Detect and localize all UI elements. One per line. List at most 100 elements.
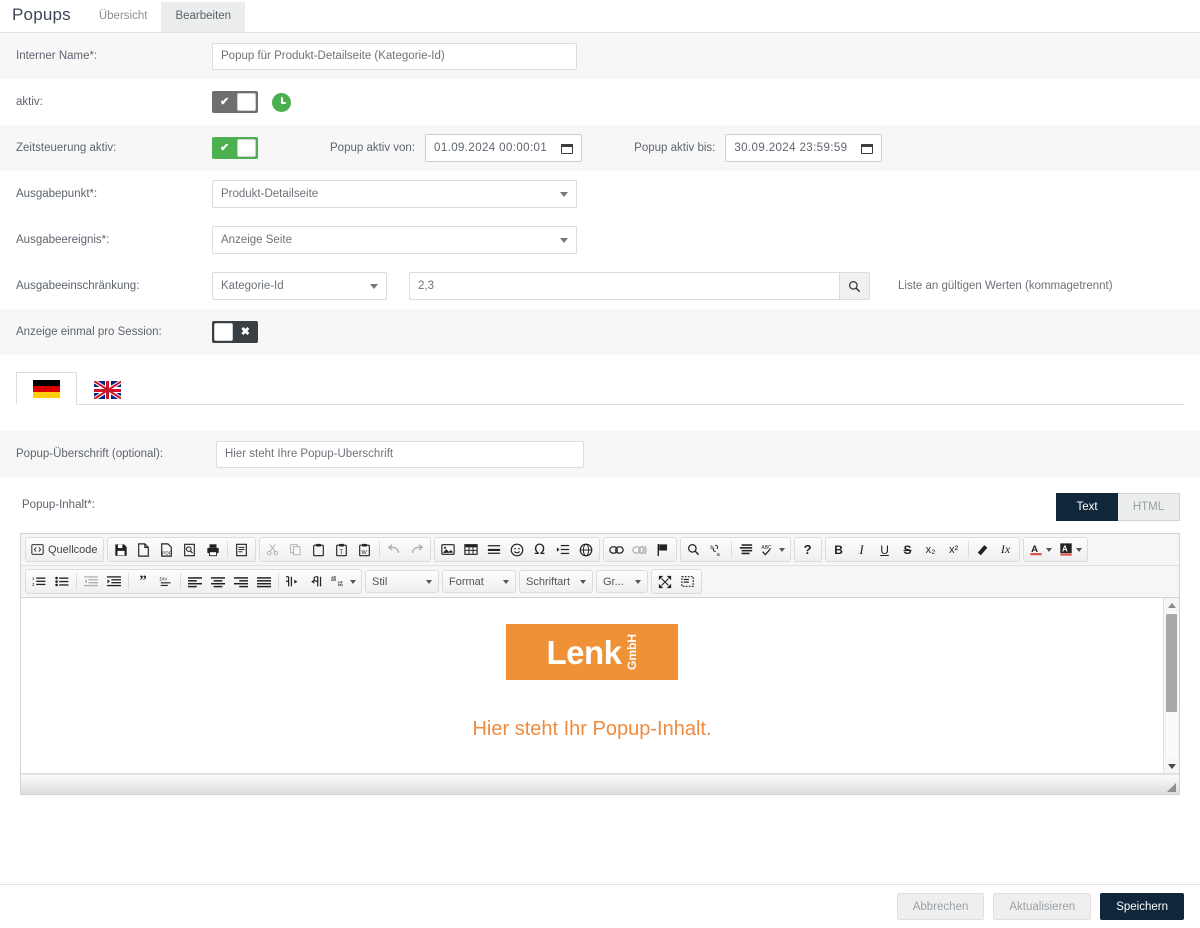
horizontal-rule-button[interactable] [483,539,505,560]
active-to-date-input[interactable]: 30.09.2024 23:59:59 [725,134,883,162]
maximize-button[interactable] [654,571,676,592]
scroll-up-button[interactable] [1164,598,1179,612]
smiley-icon [510,543,523,556]
remove-format-button[interactable] [972,539,994,560]
copy-button[interactable] [285,539,307,560]
save-button[interactable] [110,539,132,560]
outdent-button[interactable] [80,571,102,592]
active-from-date-input[interactable]: 01.09.2024 00:00:01 [425,134,583,162]
image-button[interactable] [437,539,459,560]
output-restriction-select[interactable]: Kategorie-Id [212,272,387,300]
rich-text-editor: Quellcode PDF T W Ω b a ABC ? B I U S x₂… [20,533,1180,795]
iframe-button[interactable] [575,539,597,560]
scrollbar-thumb[interactable] [1166,614,1177,712]
special-char-button[interactable]: Ω [529,539,551,560]
paste-button[interactable] [308,539,330,560]
show-blocks-button[interactable] [677,571,699,592]
page-break-button[interactable] [552,539,574,560]
redo-button[interactable] [406,539,428,560]
output-event-select[interactable]: Anzeige Seite [212,226,577,254]
replace-button[interactable]: b a [706,539,728,560]
tab-uebersicht[interactable]: Übersicht [85,2,162,33]
resize-grip-icon[interactable] [1165,781,1177,793]
spellcheck-button[interactable]: ABC [758,539,788,560]
help-button[interactable]: ? [797,539,819,560]
templates-button[interactable] [231,539,253,560]
svg-text:DIV: DIV [159,577,168,583]
bulleted-list-button[interactable] [51,571,73,592]
align-center-button[interactable] [207,571,229,592]
cut-button[interactable] [262,539,284,560]
image-icon [440,544,455,555]
indent-button[interactable] [103,571,125,592]
align-justify-button[interactable] [253,571,275,592]
popup-headline-input[interactable] [216,440,584,468]
link-button[interactable] [606,539,628,560]
time-control-toggle[interactable]: ✔ [212,137,258,159]
editor-canvas[interactable]: Lenk GmbH Hier steht Ihr Popup-Inhalt. [21,598,1163,773]
paste-text-button[interactable]: T [331,539,353,560]
subscript-button[interactable]: x₂ [920,539,942,560]
form-area: Interner Name*: aktiv: ✔ Zeitsteuerung a… [0,33,1200,355]
find-button[interactable] [683,539,705,560]
language-tab-de[interactable] [16,372,77,405]
clear-format-button[interactable]: Ix [995,539,1017,560]
save-button[interactable]: Speichern [1100,893,1184,920]
source-code-button[interactable]: Quellcode [28,539,101,560]
language-tab-en[interactable] [77,373,138,405]
scroll-down-button[interactable] [1164,759,1179,773]
output-restriction-input[interactable] [409,272,839,300]
anchor-button[interactable] [652,539,674,560]
replace-icon: b a [710,544,720,557]
indent-icon [107,576,121,587]
italic-button[interactable]: I [851,539,873,560]
table-button[interactable] [460,539,482,560]
size-dropdown-label: Gr... [603,575,624,588]
font-dropdown[interactable]: Schriftart [519,570,593,593]
once-per-session-toggle[interactable]: ✖ [212,321,258,343]
editor-content-area[interactable]: Lenk GmbH Hier steht Ihr Popup-Inhalt. [21,598,1179,774]
unlink-button[interactable] [629,539,651,560]
editor-bottom-bar[interactable] [21,774,1179,794]
svg-text:ABC: ABC [761,545,772,551]
export-pdf-button[interactable]: PDF [156,539,178,560]
style-dropdown[interactable]: Stil [365,570,439,593]
cancel-button[interactable]: Abbrechen [896,893,985,920]
align-right-button[interactable] [230,571,252,592]
editor-vertical-scrollbar[interactable] [1163,598,1179,773]
numbered-list-button[interactable]: 1 2 [28,571,50,592]
rtl-button[interactable] [305,571,327,592]
editor-toolbar-row-1: Quellcode PDF T W Ω b a ABC ? B I U S x₂… [21,534,1179,566]
tab-bearbeiten[interactable]: Bearbeiten [161,1,246,32]
underline-button[interactable]: U [874,539,896,560]
mode-button-text[interactable]: Text [1056,493,1118,521]
bold-button[interactable]: B [828,539,850,560]
language-button[interactable]: 語 話 [328,571,359,592]
internal-name-input[interactable] [212,42,577,70]
text-color-button[interactable]: A [1026,539,1055,560]
preview-button[interactable] [179,539,201,560]
superscript-button[interactable]: x² [943,539,965,560]
background-color-button[interactable]: A [1056,539,1085,560]
search-button[interactable] [839,272,870,300]
output-point-select[interactable]: Produkt-Detailseite [212,180,577,208]
strike-button[interactable]: S [897,539,919,560]
horizontal-scrollbar-thumb[interactable] [24,778,1176,792]
print-button[interactable] [202,539,224,560]
active-toggle[interactable]: ✔ [212,91,258,113]
chevron-down-icon [426,579,432,584]
blockquote-button[interactable]: ” [132,571,154,592]
ltr-button[interactable] [282,571,304,592]
new-page-button[interactable] [133,539,155,560]
page-icon [138,542,149,557]
update-button[interactable]: Aktualisieren [993,893,1092,920]
align-left-button[interactable] [184,571,206,592]
format-dropdown[interactable]: Format [442,570,516,593]
size-dropdown[interactable]: Gr... [596,570,648,593]
div-container-button[interactable]: DIV [155,571,177,592]
undo-button[interactable] [383,539,405,560]
smiley-button[interactable] [506,539,528,560]
select-all-button[interactable] [735,539,757,560]
mode-button-html[interactable]: HTML [1118,493,1180,521]
paste-word-button[interactable]: W [354,539,376,560]
